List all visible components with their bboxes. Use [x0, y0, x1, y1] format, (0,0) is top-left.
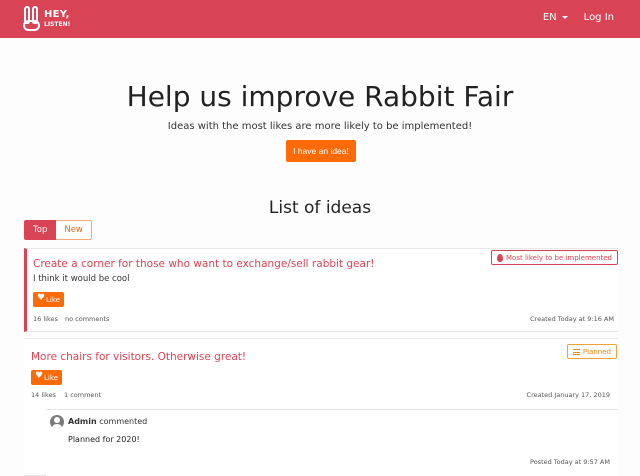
status-badge: Planned — [566, 344, 617, 359]
idea-card: More chairs for visitors. Otherwise grea… — [24, 338, 618, 476]
created-date: Created January 17, 2019 — [526, 391, 610, 399]
list-icon — [572, 348, 580, 355]
ideas-list-title: List of ideas — [268, 198, 372, 218]
language-dropdown[interactable]: EN — [543, 12, 568, 23]
idea-card: Create a corner for those who want to ex… — [24, 248, 618, 332]
comment-text: Planned for 2020! — [68, 435, 140, 444]
logo[interactable]: HEY, LISTEN! — [22, 6, 70, 32]
likes-count: 14 likes — [31, 391, 56, 399]
submit-idea-button[interactable]: I have an idea! — [286, 140, 356, 162]
sort-tabs: Top New — [24, 220, 92, 240]
logo-text-line1: HEY, — [44, 8, 70, 20]
fire-icon — [497, 253, 503, 262]
avatar — [50, 415, 64, 429]
page-title: Help us improve Rabbit Fair — [126, 80, 514, 113]
like-button[interactable]: Like — [33, 292, 64, 307]
comment-author: Admin commented — [68, 417, 147, 426]
comments-link[interactable]: 1 comment — [64, 391, 101, 399]
comment-posted-date: Posted Today at 9:57 AM — [530, 458, 610, 466]
heart-icon — [35, 371, 43, 381]
tab-top[interactable]: Top — [24, 220, 57, 240]
like-button-label: Like — [44, 373, 58, 382]
chevron-down-icon — [561, 16, 568, 19]
language-label: EN — [542, 12, 557, 23]
top-navbar: HEY, LISTEN! EN Log In — [0, 0, 640, 38]
like-button-label: Like — [46, 295, 60, 304]
logo-text-line2: LISTEN! — [44, 20, 71, 28]
page-subtitle: Ideas with the most likes are more likel… — [167, 121, 473, 132]
like-button[interactable]: Like — [31, 370, 62, 385]
comments-link[interactable]: no comments — [65, 315, 109, 323]
status-badge: Most likely to be implemented — [491, 250, 618, 265]
idea-description: I think it would be cool — [33, 274, 130, 284]
likes-count: 16 likes — [33, 315, 58, 323]
idea-title[interactable]: Create a corner for those who want to ex… — [33, 258, 374, 270]
heart-icon — [37, 293, 45, 303]
login-link[interactable]: Log In — [584, 12, 614, 23]
comment-action: commented — [99, 417, 148, 426]
rabbit-logo-icon — [22, 6, 42, 32]
comment-author-name: Admin — [68, 417, 97, 426]
status-badge-label: Most likely to be implemented — [506, 253, 612, 262]
tab-new[interactable]: New — [56, 220, 92, 240]
created-date: Created Today at 9:16 AM — [530, 315, 614, 323]
status-badge-label: Planned — [582, 347, 611, 356]
main-content: Help us improve Rabbit Fair Ideas with t… — [0, 38, 640, 476]
idea-title[interactable]: More chairs for visitors. Otherwise grea… — [31, 351, 246, 363]
